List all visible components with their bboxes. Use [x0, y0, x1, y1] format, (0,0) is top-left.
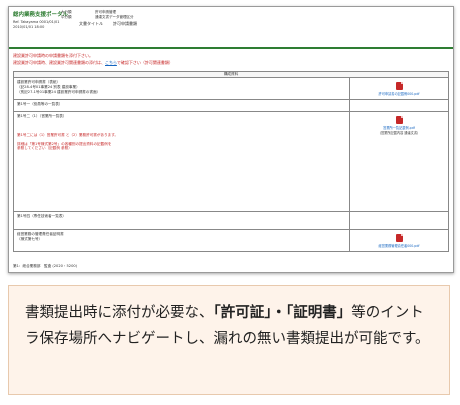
portal-logo[interactable]: 総内業務支援ポータル [13, 10, 68, 18]
alert-message-2: 建設業許可申請時、建設業許可関連書類の添付は、こちらで確認下さい（許可関連書類） [9, 59, 453, 66]
doc-sub: （様式第七号） [17, 236, 43, 241]
org-label: 大分類 [61, 10, 72, 14]
doc-cell: 経営業務の管理責任者証明書 （様式第七号） [13, 229, 350, 252]
file-cell [349, 99, 449, 112]
caption-part-1: 書類提出時に添付が必要な、 [25, 305, 214, 321]
pdf-file-link[interactable]: 経営業務管理責任者000.pdf [353, 244, 445, 249]
doc-label: 第1号一（役員等の一覧表） [17, 102, 63, 106]
intranet-screenshot: 総内業務支援ポータル 大分類 中分類 許可申請管理 通達文書データ管理区分 Re… [8, 6, 454, 273]
table-row: 第1号二（1）（営業所一覧表） 第1号二には（1）営業許可書 と（2）業務許可書… [13, 111, 449, 212]
portal-header: 総内業務支援ポータル 大分類 中分類 許可申請管理 通達文書データ管理区分 Re… [9, 7, 453, 49]
page-title-row: 文書タイトル 許可申請書類 [79, 21, 137, 27]
table-row: 第1号一（役員等の一覧表） [13, 99, 449, 112]
file-cell: 許可申請書の記載例000.pdf [349, 77, 449, 100]
org-sub-label: 中分類 [61, 14, 72, 19]
file-cell [349, 211, 449, 230]
doc-cell: 第1号四（専任技術者一覧表） [13, 211, 350, 230]
org-labels: 大分類 中分類 [61, 10, 72, 19]
table-row: 経営業務の管理責任者証明書 （様式第七号） 経営業務管理責任者000.pdf [13, 229, 449, 252]
user-line-2: 2010/01/01 18:00 [13, 24, 45, 29]
alert-message-2-suffix: で確認下さい（許可関連書類） [116, 60, 173, 65]
doc-cell: 第1号二（1）（営業所一覧表） 第1号二には（1）営業許可書 と（2）業務許可書… [13, 111, 350, 212]
alert-message-1: 建設業許可申請時の申請書類を添付下さい。 [13, 53, 93, 58]
system-labels: 許可申請管理 通達文書データ管理区分 [95, 10, 134, 19]
pdf-icon[interactable] [395, 116, 403, 124]
doc-cell: 建設業許可申請書（表紙） （記28-4号01事業24 別表 建設事業） （別記2… [13, 77, 350, 100]
system-line-2: 通達文書データ管理区分 [95, 14, 134, 19]
documents-table: 構成資料 建設業許可申請書（表紙） （記28-4号01事業24 別表 建設事業）… [13, 71, 449, 252]
pdf-icon[interactable] [395, 234, 403, 242]
doc-cell: 第1号一（役員等の一覧表） [13, 99, 350, 112]
alert-message-2-prefix: 建設業許可申請時、建設業許可関連書類の添付は、 [13, 60, 105, 65]
user-info: Ref. Takayama 0001/01/01 2010/01/01 18:0… [13, 20, 60, 29]
caption-bold: 「許可証」・「証明書」 [213, 305, 352, 321]
doc-label: 第1号四（専任技術者一覧表） [17, 214, 67, 218]
pdf-file-link[interactable]: 許可申請書の記載例000.pdf [353, 92, 445, 97]
file-note: （営業所記載内容 通達文書） [377, 130, 421, 135]
footer-text: 第1：総合業務部 監査 (2020・5200) [13, 264, 78, 268]
doc-red-note: 参照してください（記載例 参照） [17, 146, 72, 151]
table-row: 建設業許可申請書（表紙） （記28-4号01事業24 別表 建設事業） （別記2… [13, 77, 449, 100]
table-row: 第1号四（専任技術者一覧表） [13, 211, 449, 230]
page-title-label: 文書タイトル [79, 21, 103, 26]
pdf-icon[interactable] [395, 82, 403, 90]
page-title: 許可申請書類 [113, 21, 137, 26]
file-cell: 経営業務管理責任者000.pdf [349, 229, 449, 252]
here-link[interactable]: こちら [105, 60, 117, 65]
caption-box: 書類提出時に添付が必要な、「許可証」・「証明書」等のイントラ保存場所へナビゲート… [8, 285, 450, 395]
user-line-1: Ref. Takayama 0001/01/01 [13, 20, 60, 24]
doc-sub: （別記27-1号01事業24 建設業許可申請書の書面） [17, 89, 101, 94]
file-cell: 営業所一覧記載例.pdf （営業所記載内容 通達文書） [349, 111, 449, 212]
